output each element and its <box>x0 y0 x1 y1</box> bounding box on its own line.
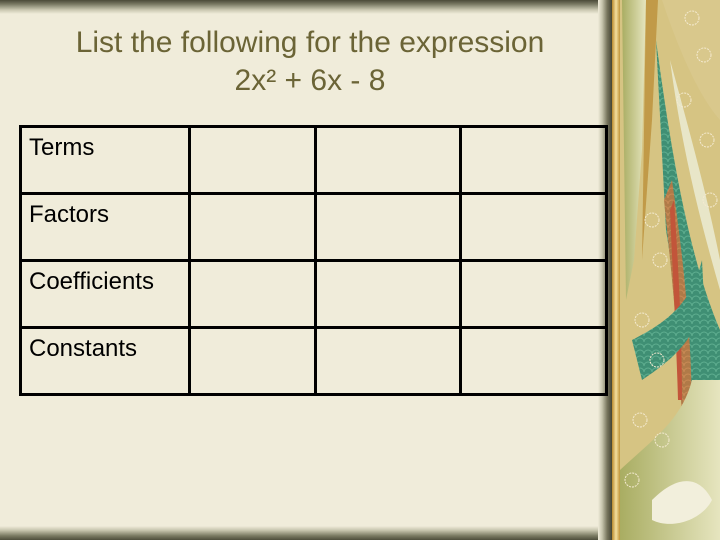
table-cell <box>314 192 462 262</box>
kimono-pattern-icon <box>612 0 720 540</box>
table-cell <box>188 326 317 396</box>
row-label: Coefficients <box>19 259 191 329</box>
table-cell <box>459 125 608 195</box>
slide-title: List the following for the expression 2x… <box>0 24 620 100</box>
table-cell <box>314 259 462 329</box>
table-cell <box>188 259 317 329</box>
table-cell <box>459 326 608 396</box>
table-cell <box>314 125 462 195</box>
row-label: Factors <box>19 192 191 262</box>
table-cell <box>459 192 608 262</box>
table-cell <box>188 192 317 262</box>
slide: List the following for the expression 2x… <box>0 0 612 540</box>
table-cell <box>314 326 462 396</box>
row-label: Constants <box>19 326 191 396</box>
title-line-1: List the following for the expression <box>75 26 545 59</box>
table-cell <box>459 259 608 329</box>
title-expression: 2x² + 6x - 8 <box>234 64 386 97</box>
frame-bevel-bottom <box>0 526 612 540</box>
table-row-coefficients: Coefficients <box>19 259 608 329</box>
frame-bevel-top <box>0 0 612 14</box>
table-row-terms: Terms <box>19 125 608 195</box>
table-row-factors: Factors <box>19 192 608 262</box>
table-row-constants: Constants <box>19 326 608 396</box>
table-cell <box>188 125 317 195</box>
worksheet-table: Terms Factors Coefficients Constants <box>19 125 608 396</box>
row-label: Terms <box>19 125 191 195</box>
